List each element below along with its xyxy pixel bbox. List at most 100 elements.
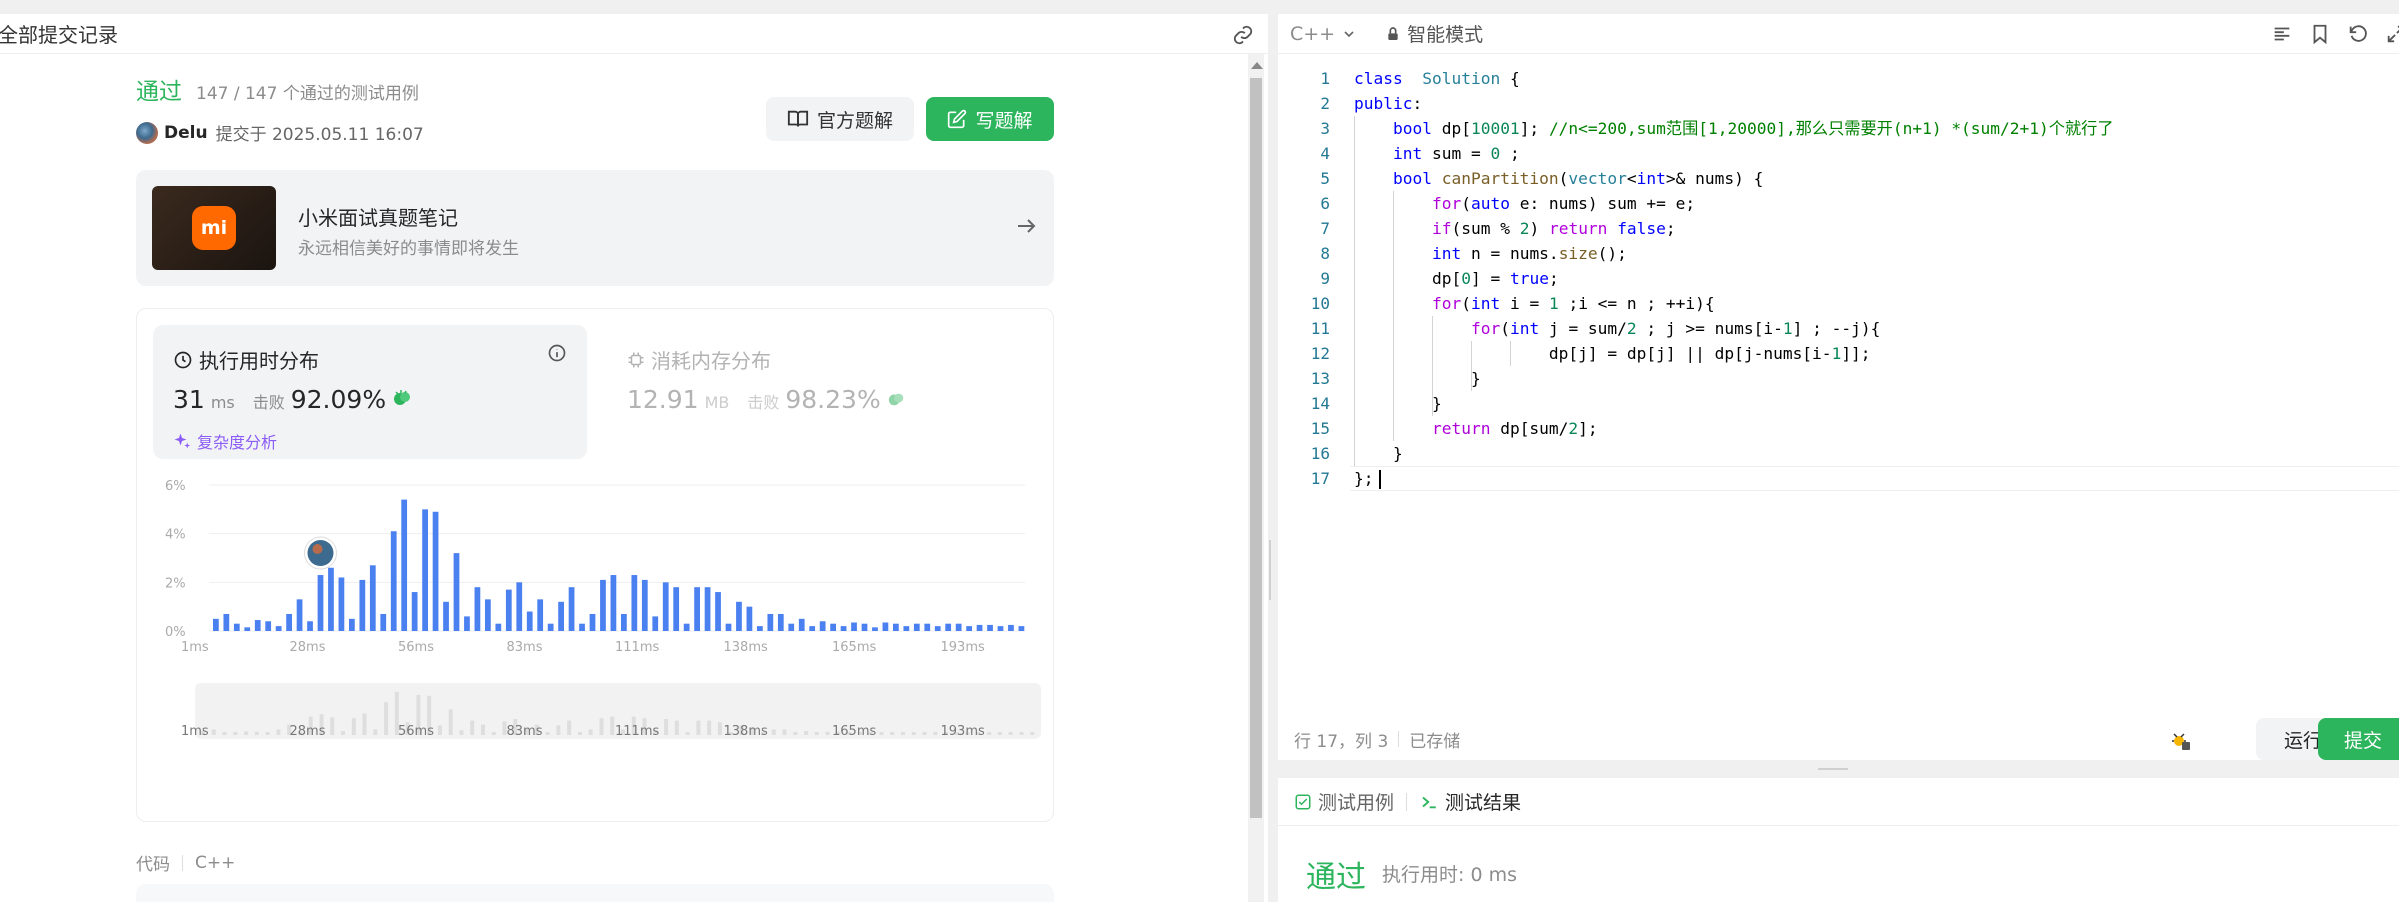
avatar[interactable] xyxy=(136,121,158,144)
code-line[interactable]: 9 dp[0] = true; xyxy=(1278,266,2399,291)
chart-bar xyxy=(338,577,345,631)
chart-bar xyxy=(516,582,523,631)
chart-x-tick-label: 138ms xyxy=(724,640,768,655)
checkbox-icon xyxy=(1295,794,1311,809)
line-number: 14 xyxy=(1310,394,1330,413)
indent-guide xyxy=(1471,341,1472,391)
line-number: 15 xyxy=(1310,419,1330,438)
code-line[interactable]: 8 int n = nums.size(); xyxy=(1278,241,2399,266)
code-line[interactable]: 14 } xyxy=(1278,391,2399,416)
chart-bar xyxy=(558,601,564,631)
chart-bar xyxy=(589,613,596,631)
tab-test-cases-label: 测试用例 xyxy=(1318,792,1395,814)
chart-bar xyxy=(694,587,700,631)
submitted-at: 提交于 2025.05.11 16:07 xyxy=(215,125,424,145)
submission-status: 通过 xyxy=(136,79,182,105)
line-number: 7 xyxy=(1320,219,1330,238)
chart-overview-bar xyxy=(685,732,690,735)
code-line[interactable]: 6 for(auto e: nums) sum += e; xyxy=(1278,191,2399,216)
promo-subtitle: 永远相信美好的事情即将发生 xyxy=(298,239,519,259)
code-line[interactable]: 16 } xyxy=(1278,441,2399,466)
code-editor[interactable]: 1 class Solution {2 public: 3 bool dp[10001… xyxy=(1278,66,2399,706)
expand-icon[interactable] xyxy=(2385,23,2399,47)
chart-bar xyxy=(369,565,376,631)
complexity-analysis-link[interactable]: 复杂度分析 xyxy=(173,429,277,453)
runtime-distribution-chart[interactable]: 6%4%2%0%1ms 28ms 56ms 83ms 111ms 138ms 165ms 19… xyxy=(137,467,1055,827)
language-select[interactable]: C++ xyxy=(1290,23,1357,45)
panel-resize-handle-horizontal[interactable] xyxy=(1818,768,1848,772)
clap-icon xyxy=(888,393,903,406)
code-line[interactable]: 1 class Solution { xyxy=(1278,66,2399,91)
line-number: 3 xyxy=(1320,119,1330,138)
code-line[interactable]: 11 for(int j = sum/2 ; j >= nums[i-1] ; … xyxy=(1278,316,2399,341)
code-line[interactable]: 15 return dp[sum/2]; xyxy=(1278,416,2399,441)
chart-bar xyxy=(213,618,219,631)
code-line[interactable]: 10 for(int i = 1 ;i <= n ; ++i){ xyxy=(1278,291,2399,316)
code-line[interactable]: 7 if(sum % 2) return false; xyxy=(1278,216,2399,241)
chart-overview-bar xyxy=(330,717,335,735)
runtime-card[interactable]: 执行用时分布 31 ms 击败 92.09% 复杂度分析 xyxy=(153,325,587,459)
username[interactable]: Delu xyxy=(164,123,208,143)
submit-button[interactable]: 提交 xyxy=(2318,718,2399,760)
panel-resize-handle[interactable] xyxy=(1268,540,1274,600)
code-line[interactable]: 13 } xyxy=(1278,366,2399,391)
chart-overview-bar xyxy=(556,725,561,735)
chart-overview-bar xyxy=(448,709,453,735)
arrow-right-icon[interactable] xyxy=(1014,214,1038,238)
chart-bar xyxy=(432,511,439,631)
chart-overview-bar xyxy=(384,702,389,735)
bookmark-icon[interactable] xyxy=(2309,23,2333,47)
code-line[interactable]: 17}; xyxy=(1278,466,2399,491)
chart-overview-bar xyxy=(1008,732,1013,735)
chart-bar xyxy=(286,613,292,631)
debug-icon[interactable] xyxy=(2168,728,2192,752)
chart-bar xyxy=(767,613,774,631)
format-icon[interactable] xyxy=(2271,23,2295,47)
official-solution-button[interactable]: 官方题解 xyxy=(766,97,914,141)
chart-bar xyxy=(641,579,648,631)
line-number: 16 xyxy=(1310,444,1330,463)
chart-bar xyxy=(955,623,962,631)
chart-bar xyxy=(390,531,397,631)
chart-bar xyxy=(736,601,742,631)
write-solution-button[interactable]: 写题解 xyxy=(926,97,1054,141)
mode-select[interactable]: 智能模式 xyxy=(1385,20,1483,47)
code-line[interactable]: 12 dp[j] = dp[j] || dp[j-nums[i-1]]; xyxy=(1278,341,2399,366)
chart-overview-bar xyxy=(373,729,378,735)
code-line[interactable]: 4 int sum = 0 ; xyxy=(1278,141,2399,166)
memory-card[interactable]: 消耗内存分布 12.91 MB 击败 98.23% xyxy=(607,325,1037,459)
memory-beat-label: 击败 xyxy=(747,393,780,412)
chart-bar xyxy=(296,599,303,631)
scrollbar-thumb[interactable] xyxy=(1250,78,1262,818)
code-line[interactable]: 3 bool dp[10001]; //n<=200,sum范围[1,20000… xyxy=(1278,116,2399,141)
chart-overview-bar xyxy=(588,729,593,735)
chart-bar xyxy=(830,623,836,631)
scroll-up-icon[interactable] xyxy=(1251,62,1263,69)
chart-bar xyxy=(223,613,230,631)
info-icon[interactable] xyxy=(547,343,567,363)
link-icon[interactable] xyxy=(1232,24,1254,46)
code-line[interactable]: 5 bool canPartition(vector<int>& nums) { xyxy=(1278,166,2399,191)
promo-card[interactable]: mi 小米面试真题笔记 永远相信美好的事情即将发生 xyxy=(136,170,1054,286)
clap-icon xyxy=(394,390,411,405)
chart-bar xyxy=(474,587,481,631)
code-editor-panel: C++ 智能模式 1 class Solution {2 public: 3 bool… xyxy=(1278,14,2399,760)
tab-test-result[interactable]: 测试结果 xyxy=(1419,788,1521,815)
chart-bar xyxy=(401,499,408,631)
code-line-text: public: xyxy=(1354,94,1423,113)
code-line-text: for(auto e: nums) sum += e; xyxy=(1431,194,1696,213)
chart-bar xyxy=(422,509,428,631)
line-number: 6 xyxy=(1320,194,1330,213)
code-line[interactable]: 2 public: xyxy=(1278,91,2399,116)
tab-test-cases[interactable]: 测试用例 xyxy=(1294,788,1394,815)
chart-overview-bar xyxy=(491,732,496,735)
line-number: 17 xyxy=(1310,469,1330,488)
chart-bar xyxy=(621,613,627,631)
chart-overview-tick-label: 56ms xyxy=(398,724,434,739)
language-label: C++ xyxy=(1290,22,1336,45)
code-line-text: } xyxy=(1354,444,1403,463)
xiaomi-logo: mi xyxy=(192,206,236,250)
line-number: 10 xyxy=(1310,294,1330,313)
runtime-unit: ms xyxy=(210,393,235,412)
reset-icon[interactable] xyxy=(2347,23,2371,47)
